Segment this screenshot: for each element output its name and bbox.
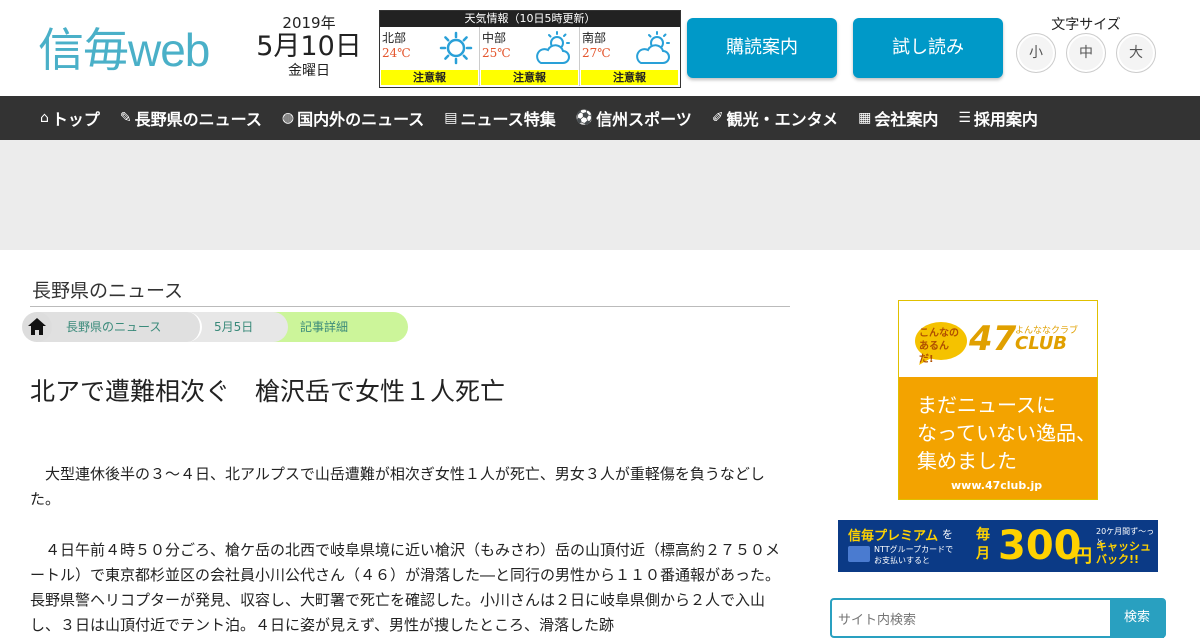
list-icon: ☰	[958, 110, 971, 126]
sun-icon	[439, 31, 473, 65]
nav-label: ニュース特集	[460, 110, 556, 129]
breadcrumb-home[interactable]	[22, 312, 52, 342]
date-display: 2019年 5月10日 金曜日	[254, 14, 364, 80]
section-title: 長野県のニュース	[32, 280, 184, 302]
premium-brand: 信毎プレミアム	[848, 529, 939, 544]
main-nav: ⌂ トップ ✎ 長野県のニュース ◍ 国内外のニュース ▤ ニュース特集 ⚽ 信州スポーツ…	[0, 96, 1200, 140]
premium-amount: 300	[998, 523, 1082, 569]
weather-warning[interactable]: 注意報	[481, 70, 578, 85]
partly-cloudy-icon	[536, 31, 570, 64]
breadcrumb-label: 5月5日	[214, 320, 254, 334]
ad-47club-line: 集めました	[917, 449, 1017, 473]
date-year: 2019年	[282, 14, 336, 32]
date-month-day: 5月10日	[256, 31, 362, 62]
breadcrumb-label: 記事詳細	[300, 320, 349, 334]
nav-item-nagano-news[interactable]: ✎ 長野県のニュース	[120, 106, 262, 130]
ad-47club-tagline: こんなの あるんだ!	[919, 328, 959, 365]
breadcrumb-label: 長野県のニュース	[66, 320, 162, 334]
logo-text: 信毎	[38, 23, 129, 77]
premium-cashback: キャッシュバック!!	[1096, 540, 1151, 566]
weather-north[interactable]: 北部 24℃ 注意報	[380, 27, 480, 86]
ad-47club-club: CLUB	[1015, 333, 1068, 354]
nav-label: トップ	[51, 110, 100, 129]
weather-widget[interactable]: 天気情報（10日5時更新） 北部 24℃ 注意報 中部 25℃ 注意報 南部 2…	[379, 10, 681, 88]
nav-label: 長野県のニュース	[134, 110, 262, 129]
premium-unit: 円	[1074, 546, 1092, 567]
document-icon: ▤	[444, 110, 458, 126]
article-paragraph: ４日午前４時５０分ごろ、槍ケ岳の北西で岐阜県境に近い槍沢（もみさわ）岳の山頂付近…	[30, 541, 781, 634]
nav-item-tourism[interactable]: ✐ 観光・エンタメ	[712, 106, 838, 130]
nav-label: 信州スポーツ	[596, 110, 692, 129]
weather-warning[interactable]: 注意報	[381, 70, 478, 85]
nav-label: 観光・エンタメ	[726, 110, 839, 129]
font-large-button[interactable]: 大	[1116, 33, 1156, 73]
breadcrumb-nagano-news[interactable]: 長野県のニュース	[36, 312, 202, 342]
tag-icon: ✐	[711, 110, 724, 126]
site-header: 信毎web 2019年 5月10日 金曜日 天気情報（10日5時更新） 北部 2…	[0, 0, 1200, 96]
search-button[interactable]: 検索	[1110, 600, 1164, 638]
nav-label: 会社案内	[874, 110, 939, 129]
premium-brand-suffix: を	[942, 528, 953, 541]
premium-monthly: 毎月	[976, 527, 990, 562]
section-divider	[30, 306, 790, 307]
nav-item-recruit[interactable]: ☰ 採用案内	[958, 106, 1038, 130]
building-icon: ▦	[858, 110, 872, 126]
font-medium-button[interactable]: 中	[1066, 33, 1106, 73]
weather-temp: 27℃	[582, 46, 611, 60]
font-small-button[interactable]: 小	[1016, 33, 1056, 73]
nav-label: 国内外のニュース	[297, 110, 425, 129]
ad-47club[interactable]: こんなの あるんだ! 47 よんななクラブ CLUB まだニュースに なっていな…	[898, 300, 1098, 500]
trial-button[interactable]: 試し読み	[853, 18, 1003, 78]
nav-item-world-news[interactable]: ◍ 国内外のニュース	[282, 106, 424, 130]
weather-region: 北部	[382, 31, 407, 45]
nav-item-sports[interactable]: ⚽ 信州スポーツ	[576, 106, 692, 130]
site-search: 検索	[830, 598, 1166, 638]
card-icon	[848, 546, 870, 562]
weather-temp: 24℃	[382, 46, 411, 60]
nav-item-company[interactable]: ▦ 会社案内	[858, 106, 938, 130]
nav-label: 採用案内	[973, 110, 1038, 129]
ad-47club-brand: 47	[969, 319, 1017, 359]
weather-temp: 25℃	[482, 46, 511, 60]
weather-central[interactable]: 中部 25℃ 注意報	[480, 27, 580, 86]
ad-47club-line: なっていない逸品、	[917, 421, 1096, 445]
ad-47club-url: www.47club.jp	[951, 479, 1043, 492]
sports-icon: ⚽	[575, 110, 594, 126]
weather-warning[interactable]: 注意報	[581, 70, 678, 85]
ad-47club-header: こんなの あるんだ! 47 よんななクラブ CLUB	[899, 301, 1097, 377]
ad-47club-line: まだニュースに	[917, 393, 1056, 417]
site-logo[interactable]: 信毎web	[38, 14, 210, 80]
home-icon	[28, 318, 46, 335]
date-weekday: 金曜日	[288, 63, 330, 79]
ad-banner-area	[0, 140, 1200, 250]
nav-item-features[interactable]: ▤ ニュース特集	[444, 106, 555, 130]
weather-region: 中部	[482, 31, 507, 45]
font-size-label: 文字サイズ	[1051, 17, 1121, 33]
weather-south[interactable]: 南部 27℃ 注意報	[580, 27, 679, 86]
pen-icon: ✎	[119, 110, 132, 126]
ad-premium-cashback[interactable]: 信毎プレミアム を NTTグループカードで お支払いすると 毎月 300 円 2…	[838, 520, 1158, 572]
premium-sub: NTTグループカードで	[874, 545, 954, 554]
nav-item-top[interactable]: ⌂ トップ	[40, 106, 100, 130]
premium-sub: お支払いすると	[874, 556, 930, 565]
subscribe-button[interactable]: 購読案内	[687, 18, 837, 78]
home-icon: ⌂	[40, 110, 49, 126]
logo-web-text: web	[128, 24, 210, 76]
article-headline: 北アで遭難相次ぐ 槍沢岳で女性１人死亡	[30, 377, 506, 406]
article-paragraph: 大型連休後半の３〜４日、北アルプスで山岳遭難が相次ぎ女性１人が死亡、男女３人が重…	[30, 465, 765, 508]
partly-cloudy-icon	[636, 31, 670, 64]
ad-47club-body: まだニュースに なっていない逸品、 集めました www.47club.jp	[899, 377, 1097, 499]
weather-region: 南部	[582, 31, 607, 45]
globe-icon: ◍	[281, 110, 295, 126]
weather-title: 天気情報（10日5時更新）	[380, 11, 680, 27]
